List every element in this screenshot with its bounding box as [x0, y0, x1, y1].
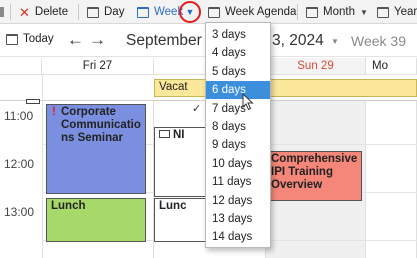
event-title-line: Communicatio [61, 119, 141, 131]
calendar-day-icon [87, 6, 99, 18]
day-view-button[interactable]: Day [87, 0, 124, 24]
all-day-event[interactable]: Vacat [154, 79, 417, 97]
time-label: 12:00 [4, 157, 35, 171]
calendar-year-icon [377, 6, 389, 18]
event-comprehensive-ipi-training-overview[interactable]: Comprehensive IPI Training Overview [266, 151, 362, 201]
today-button[interactable]: Today [6, 33, 54, 45]
today-label: Today [23, 33, 54, 45]
event-title-line: Corporate [61, 106, 116, 118]
dropdown-option[interactable]: 11 days [206, 173, 270, 191]
event-title-line: ns Seminar [61, 132, 123, 144]
dropdown-option[interactable]: 14 days [206, 228, 270, 246]
year-label: Year [394, 6, 417, 18]
important-mark: ! [52, 106, 56, 118]
week-agenda-button[interactable]: Week Agenda [208, 0, 296, 24]
week-agenda-label: Week Agenda [225, 6, 297, 18]
year-view-button[interactable]: Year [377, 0, 417, 24]
check-icon: ✓ [192, 102, 202, 115]
labels-button[interactable] [0, 0, 4, 24]
day-label: Day [104, 6, 125, 18]
week-number: Week 39 [351, 33, 406, 49]
delete-label: Delete [34, 6, 69, 18]
separator [10, 4, 11, 20]
chevron-down-icon[interactable]: ▼ [331, 37, 339, 46]
day-column[interactable] [366, 101, 417, 258]
month-view-button[interactable]: Month ▼ [306, 0, 368, 24]
calendar-week-icon [137, 6, 149, 18]
week-days-dropdown: 3 days 4 days 5 days 6 days ✓ 7 days 8 days 9 d… [192, 22, 271, 248]
event-lunch-2[interactable]: Lunc [154, 198, 206, 242]
event-corporate-communications-seminar[interactable]: ! Corporate Communicatio ns Seminar [46, 104, 146, 194]
time-label: 13:00 [4, 205, 35, 219]
delete-button[interactable]: ✕ Delete [19, 0, 68, 24]
collapse-icon[interactable] [26, 99, 40, 104]
event-ni[interactable]: NI [154, 127, 206, 197]
day-header[interactable]: Mo [366, 58, 417, 75]
dropdown-option[interactable]: 8 days [206, 118, 270, 136]
event-title-line: Overview [271, 179, 323, 191]
calendar-today-icon [6, 33, 18, 45]
event-title-line: IPI Training [271, 166, 333, 178]
month-label: Month [323, 6, 355, 18]
separator [297, 4, 298, 20]
dropdown-option[interactable]: 9 days [206, 136, 270, 154]
delete-icon: ✕ [19, 4, 30, 20]
week-view-button[interactable]: Week [137, 0, 183, 24]
toolbar: ✕ Delete Day Week ▼ Week Agenda Month ▼ … [0, 0, 417, 24]
dropdown-option[interactable]: 13 days [206, 210, 270, 228]
dropdown-option[interactable]: 10 days [206, 155, 270, 173]
week-dropdown-toggle[interactable]: ▼ [179, 1, 201, 23]
chevron-down-icon: ▼ [185, 7, 195, 17]
next-arrow-icon[interactable]: → [89, 30, 106, 50]
event-lunch[interactable]: Lunch [46, 198, 146, 242]
mouse-cursor-icon [242, 93, 254, 111]
dropdown-option[interactable]: 3 days [206, 26, 270, 44]
previous-arrow-icon[interactable]: ← [67, 30, 84, 50]
separator [78, 4, 79, 20]
note-icon [159, 130, 170, 138]
date-range-start[interactable]: September [126, 32, 202, 50]
label-icon [0, 7, 4, 17]
dropdown-option[interactable]: 6 days [206, 81, 270, 100]
day-header-weekend[interactable]: Sun 29 [266, 58, 366, 75]
calendar-month-icon [306, 6, 318, 18]
calendar-agenda-icon [208, 6, 220, 18]
event-title: NI [173, 129, 185, 141]
dropdown-option[interactable]: 4 days [206, 44, 270, 62]
event-title-line: Comprehensive [271, 153, 358, 165]
date-range-end[interactable]: 3, 2024 [272, 32, 324, 50]
chevron-down-icon: ▼ [359, 7, 368, 17]
time-label: 11:00 [4, 109, 34, 123]
time-gutter-header [0, 58, 42, 75]
day-header[interactable]: Fri 27 [42, 58, 154, 75]
dropdown-option[interactable]: 12 days [206, 192, 270, 210]
dropdown-option[interactable]: ✓ 7 days [192, 100, 270, 118]
dropdown-option[interactable]: 5 days [206, 63, 270, 81]
